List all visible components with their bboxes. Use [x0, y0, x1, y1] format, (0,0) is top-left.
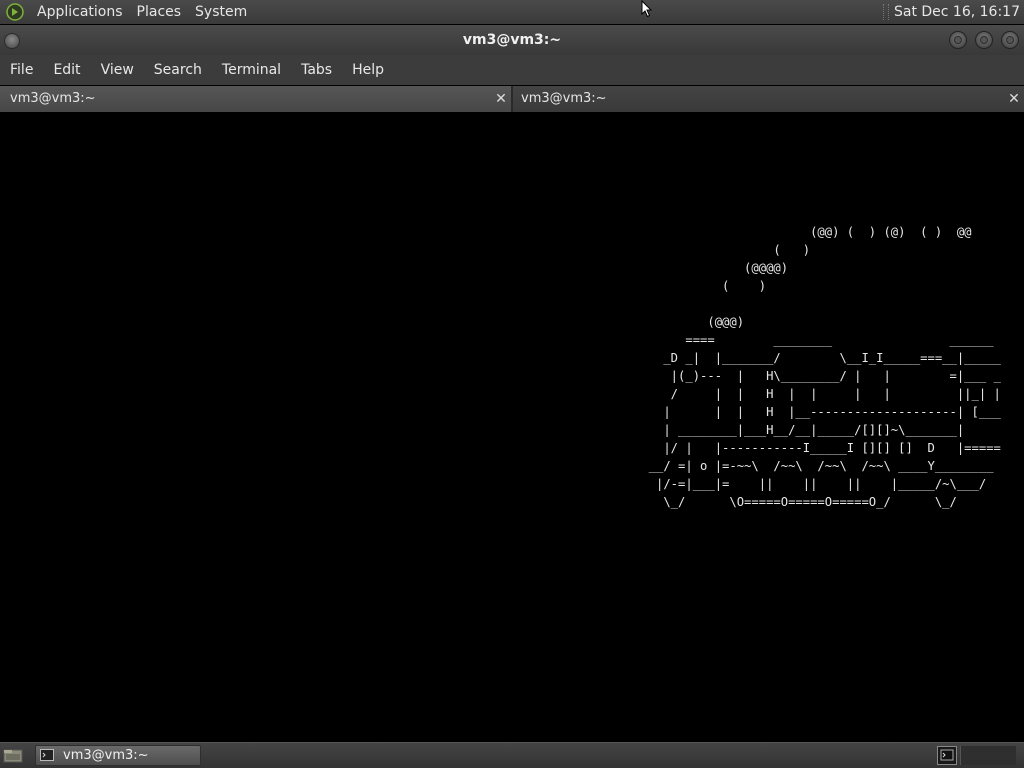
menu-tabs[interactable]: Tabs — [291, 55, 342, 85]
taskbar-task-button[interactable]: vm3@vm3:~ — [35, 745, 201, 766]
workspace-1[interactable] — [937, 746, 957, 765]
places-menu[interactable]: Places — [130, 0, 189, 24]
close-window-button[interactable] — [1001, 31, 1019, 49]
maximize-button[interactable] — [975, 31, 993, 49]
close-icon[interactable]: ✕ — [494, 86, 508, 112]
terminal-icon — [940, 749, 954, 761]
bottom-panel: vm3@vm3:~ — [0, 742, 1024, 768]
window-title: vm3@vm3:~ — [462, 32, 562, 48]
menu-file[interactable]: File — [0, 55, 43, 85]
top-panel: Applications Places System Sat Dec 16, 1… — [0, 0, 1024, 24]
panel-separator — [882, 4, 889, 20]
terminal-icon — [40, 749, 54, 761]
show-desktop-icon[interactable] — [3, 747, 23, 764]
window-titlebar[interactable]: vm3@vm3:~ — [0, 25, 1024, 55]
menu-edit[interactable]: Edit — [43, 55, 90, 85]
mouse-pointer-icon — [641, 0, 653, 18]
close-icon[interactable]: ✕ — [1007, 86, 1021, 112]
sl-train-ascii-art: (@@) ( ) (@) ( ) @@ ( ) (@@@@) ( ) (@@@)… — [648, 225, 1001, 509]
menu-terminal[interactable]: Terminal — [212, 55, 291, 85]
tab-label: vm3@vm3:~ — [521, 91, 607, 106]
applications-menu[interactable]: Applications — [30, 0, 130, 24]
terminal-area[interactable]: (@@) ( ) (@) ( ) @@ ( ) (@@@@) ( ) (@@@)… — [0, 112, 1024, 742]
tab-1[interactable]: vm3@vm3:~ ✕ — [0, 86, 511, 112]
window-menu-button[interactable] — [4, 33, 20, 49]
menu-search[interactable]: Search — [144, 55, 212, 85]
system-menu[interactable]: System — [188, 0, 254, 24]
clock[interactable]: Sat Dec 16, 16:17 — [894, 4, 1024, 20]
menu-help[interactable]: Help — [342, 55, 394, 85]
workspace-2[interactable] — [960, 746, 1016, 765]
minimize-button[interactable] — [949, 31, 967, 49]
distro-logo-icon[interactable] — [6, 3, 24, 21]
task-label: vm3@vm3:~ — [63, 748, 149, 763]
menu-view[interactable]: View — [91, 55, 144, 85]
tab-2[interactable]: vm3@vm3:~ ✕ — [513, 86, 1024, 112]
menubar: File Edit View Search Terminal Tabs Help — [0, 55, 1024, 85]
tab-bar: vm3@vm3:~ ✕ vm3@vm3:~ ✕ — [0, 86, 1024, 112]
tab-label: vm3@vm3:~ — [10, 91, 96, 106]
